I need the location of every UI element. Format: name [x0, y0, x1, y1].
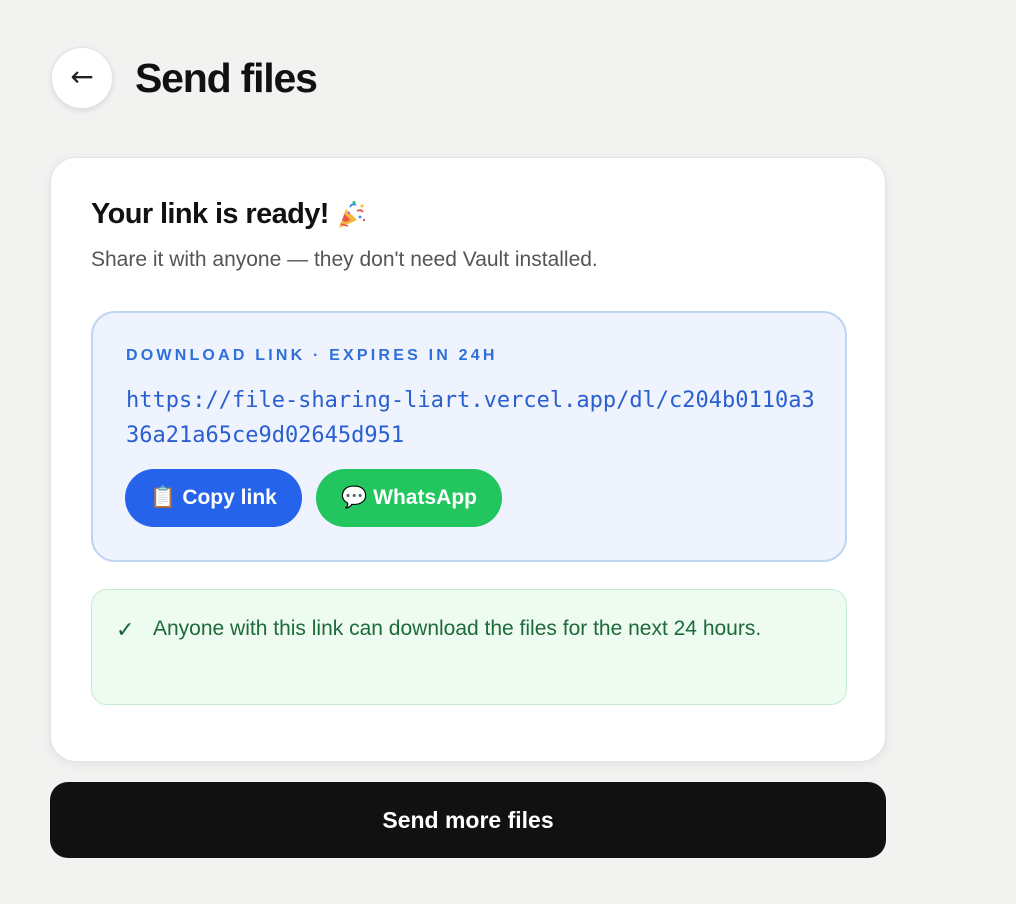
download-link-box: DOWNLOAD LINK · EXPIRES IN 24H https://f…: [91, 311, 847, 562]
send-more-files-button[interactable]: Send more files: [50, 782, 886, 858]
expiry-notice-text: Anyone with this link can download the f…: [153, 617, 762, 640]
back-button[interactable]: ←: [51, 47, 113, 109]
page-title: Send files: [135, 54, 318, 101]
back-arrow-icon: ←: [70, 60, 94, 93]
download-link-label: DOWNLOAD LINK · EXPIRES IN 24H: [126, 347, 498, 364]
copy-link-button[interactable]: 📋 Copy link: [125, 469, 302, 527]
page-header: ← Send files: [51, 47, 318, 109]
copy-link-label: Copy link: [182, 486, 277, 509]
card-title: Your link is ready!: [91, 198, 367, 231]
link-ready-card: Your link is ready! Share it with anyone…: [50, 157, 886, 762]
speech-bubble-icon: 💬: [341, 486, 368, 509]
check-icon: ✓: [116, 618, 135, 643]
whatsapp-share-button[interactable]: 💬 WhatsApp: [316, 469, 502, 527]
whatsapp-label: WhatsApp: [373, 486, 477, 509]
party-popper-icon: [335, 199, 367, 231]
download-link-url[interactable]: https://file-sharing-liart.vercel.app/dl…: [126, 383, 816, 453]
expiry-notice: ✓ Anyone with this link can download the…: [91, 589, 847, 705]
card-subtitle: Share it with anyone — they don't need V…: [91, 248, 598, 271]
card-title-text: Your link is ready!: [91, 198, 329, 230]
clipboard-icon: 📋: [150, 486, 177, 509]
